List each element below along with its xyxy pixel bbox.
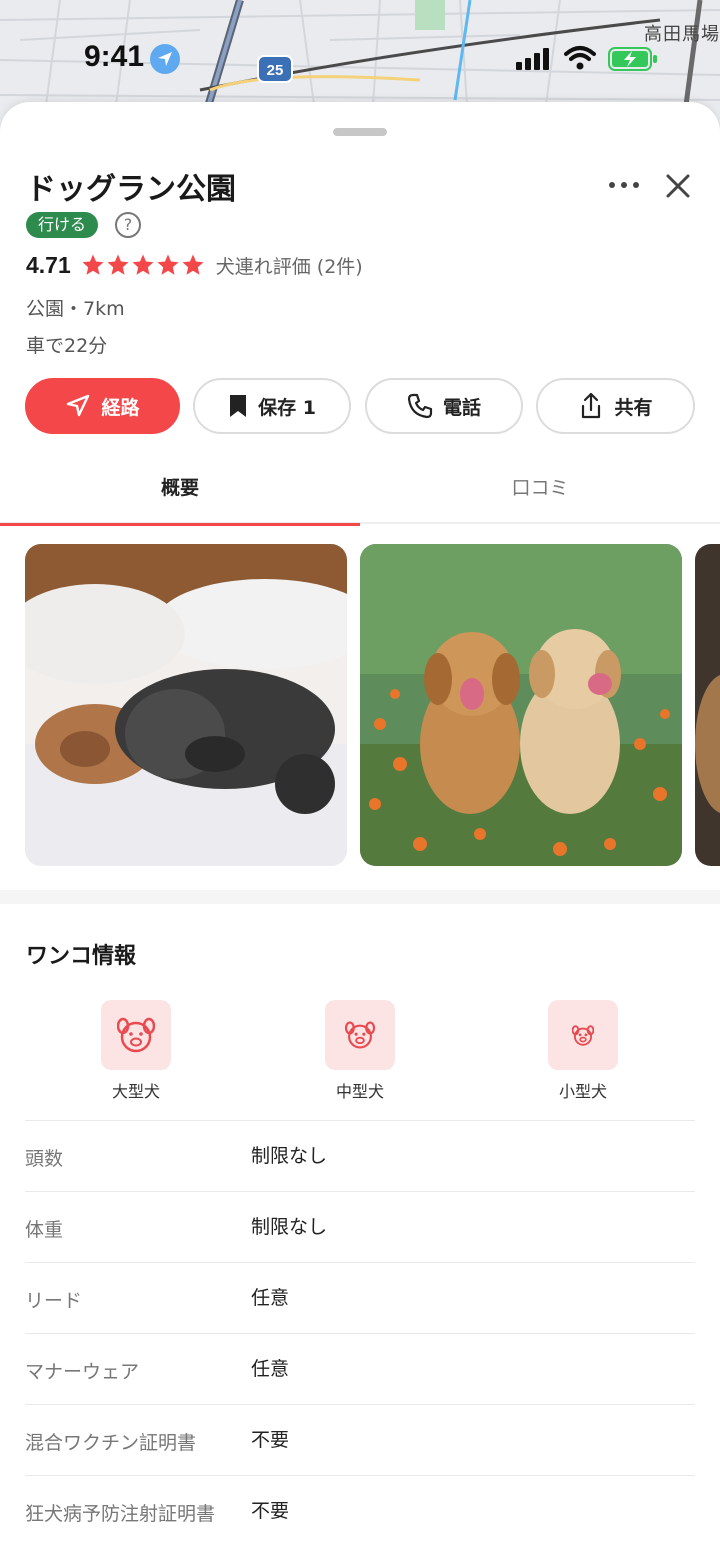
help-icon[interactable]: ? [115, 212, 141, 238]
size-medium: 中型犬 [300, 1000, 420, 1102]
star-icon [182, 254, 204, 275]
tab-overview[interactable]: 概要 [0, 452, 360, 526]
info-key: 混合ワクチン証明書 [25, 1432, 197, 1454]
cellular-signal-icon [516, 48, 549, 70]
route-button[interactable]: 経路 [25, 378, 180, 434]
save-button[interactable]: 保存 1 [193, 378, 351, 434]
place-detail-sheet: ドッグラン公園 行ける ? 4.71 犬連れ評価 (2件) 公園・7km 車で2… [0, 102, 720, 1565]
section-divider [0, 890, 720, 904]
bookmark-icon [230, 395, 247, 417]
size-large: 大型犬 [76, 1000, 196, 1102]
photo-partial[interactable] [695, 544, 720, 866]
info-value: 不要 [251, 1500, 290, 1522]
info-row-manner-wear: マナーウェア 任意 [25, 1333, 695, 1404]
star-icon [82, 254, 104, 275]
large-dog-icon [101, 1000, 171, 1070]
size-medium-label: 中型犬 [335, 1082, 384, 1101]
info-row-rabies: 狂犬病予防注射証明書 不要 [25, 1475, 695, 1565]
size-small: 小型犬 [523, 1000, 643, 1102]
close-icon[interactable] [660, 168, 696, 204]
photo-sleeping-dogs[interactable] [25, 544, 347, 866]
status-time: 9:41 [84, 40, 145, 73]
sheet-grabber[interactable] [333, 128, 387, 136]
info-row-leash: リード 任意 [25, 1262, 695, 1333]
size-small-label: 小型犬 [558, 1082, 607, 1101]
more-options-icon[interactable] [604, 170, 644, 200]
star-icon [132, 254, 154, 275]
dog-info-title: ワンコ情報 [26, 944, 137, 969]
info-row-weight: 体重 制限なし [25, 1191, 695, 1262]
navigation-arrow-icon [67, 394, 90, 417]
location-arrow-icon [150, 44, 180, 74]
tab-reviews[interactable]: 口コミ [360, 452, 720, 524]
battery-charging-icon [608, 47, 657, 71]
size-large-label: 大型犬 [111, 1082, 160, 1101]
info-key: 体重 [25, 1219, 64, 1241]
small-dog-icon [548, 1000, 618, 1070]
route-button-label: 経路 [101, 396, 140, 419]
photo-puppies-field[interactable] [360, 544, 682, 866]
category-distance: 公園・7km [26, 298, 125, 320]
info-key: マナーウェア [25, 1361, 140, 1383]
info-value: 不要 [251, 1429, 290, 1451]
info-value: 任意 [251, 1358, 290, 1380]
info-key: 頭数 [25, 1148, 64, 1170]
rating-value: 4.71 [26, 251, 71, 278]
rating-stars [81, 253, 206, 277]
star-icon [157, 254, 179, 275]
dog-size-list: 大型犬 中型犬 小型犬 [0, 1000, 720, 1110]
photo-carousel[interactable] [25, 544, 720, 866]
rating-label: 犬連れ評価 (2件) [215, 255, 363, 278]
info-key: 狂犬病予防注射証明書 [25, 1503, 216, 1525]
status-badge: 行ける [26, 212, 99, 238]
call-button[interactable]: 電話 [365, 378, 523, 434]
action-buttons: 経路 保存 1 電話 共有 [25, 378, 695, 434]
info-value: 制限なし [251, 1216, 328, 1238]
share-button[interactable]: 共有 [536, 378, 695, 434]
medium-dog-icon [325, 1000, 395, 1070]
save-button-label: 保存 1 [258, 396, 316, 419]
info-row-count: 頭数 制限なし [25, 1120, 695, 1191]
place-title: ドッグラン公園 [26, 172, 236, 207]
rating-row[interactable]: 4.71 犬連れ評価 (2件) [26, 250, 363, 280]
call-button-label: 電話 [442, 396, 481, 419]
info-value: 制限なし [251, 1145, 328, 1167]
drive-time: 車で22分 [26, 335, 108, 357]
dog-info-table: 頭数 制限なし 体重 制限なし リード 任意 マナーウェア 任意 混合ワクチン証… [25, 1120, 695, 1565]
info-row-vaccine: 混合ワクチン証明書 不要 [25, 1404, 695, 1475]
share-icon [582, 392, 601, 419]
status-bar: 9:41 [0, 0, 720, 110]
info-value: 任意 [251, 1287, 290, 1309]
info-key: リード [25, 1290, 83, 1312]
star-icon [107, 254, 129, 275]
phone-icon [407, 393, 433, 419]
wifi-icon [564, 46, 596, 70]
tab-bar: 概要 口コミ [0, 452, 720, 526]
share-button-label: 共有 [614, 396, 653, 419]
